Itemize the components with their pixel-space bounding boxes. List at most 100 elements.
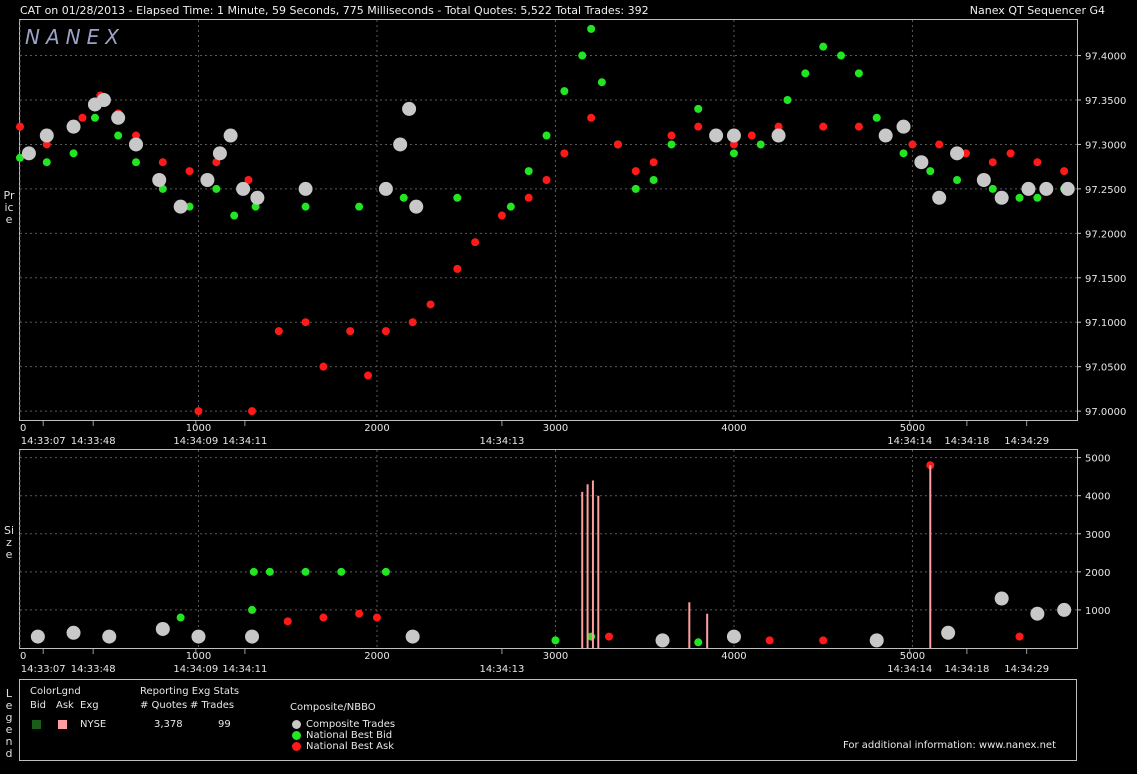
point-1-0 [283,617,292,626]
y-tick-label-3: 97.1500 [1085,274,1126,285]
x-tick-label-2: 2000 [364,651,389,662]
point-0-38 [953,176,962,184]
x-tick-label-1: 1000 [186,423,211,434]
point-1-10 [194,407,203,416]
point-2-22 [878,128,893,143]
y-tick-label-0: 97.0000 [1085,407,1126,418]
point-2-21 [771,128,786,143]
point-0-3 [90,113,99,122]
point-0-16 [524,167,533,176]
legend-colorlgnd-title: ColorLgnd [30,686,81,697]
point-1-1 [319,613,328,622]
y-tick-label-3: 4000 [1085,492,1110,503]
point-0-35 [872,113,881,122]
point-0-17 [542,131,551,140]
point-0-20 [587,24,596,33]
legend-composite-trades-marker [292,720,301,729]
point-0-1 [265,567,274,576]
legend-exchange-name: NYSE [80,719,107,730]
point-1-9 [1015,632,1024,641]
point-0-33 [837,51,846,60]
point-2-9 [869,633,884,648]
point-1-25 [560,149,569,158]
point-1-29 [649,158,658,167]
x-tick-label-4: 4000 [721,423,746,434]
point-2-2 [102,629,117,644]
point-2-1 [39,128,54,143]
point-2-24 [914,155,929,170]
point-0-14 [453,193,462,202]
x-tick-label-2: 2000 [364,423,389,434]
point-0-26 [694,104,703,113]
series-0 [16,24,1069,220]
point-2-7 [655,633,670,648]
point-0-39 [988,184,997,193]
point-1-26 [587,113,596,122]
point-2-14 [298,181,313,196]
point-0-31 [801,69,810,78]
legend-panel: ColorLgnd Bid Ask Exg NYSE Reporting Exg… [19,679,1077,761]
point-2-12 [1030,606,1045,621]
y-tick-label-4: 97.2000 [1085,229,1126,240]
time-label-1: 14:33:48 [71,664,116,675]
time-label-2: 14:34:09 [173,664,218,675]
point-0-34 [854,69,863,78]
point-0-25 [667,140,676,149]
point-2-3 [155,621,170,636]
y-tick-label-2: 97.1000 [1085,318,1126,329]
point-1-7 [819,636,828,645]
x-tick-label-1: 1000 [186,651,211,662]
point-0-37 [926,167,935,176]
point-0-6 [176,613,185,622]
x-tick-label-3: 3000 [543,423,568,434]
point-1-11 [248,407,257,416]
point-1-40 [935,140,944,149]
point-0-11 [301,202,310,211]
point-1-6 [765,636,774,645]
point-1-3 [372,613,381,622]
point-2-6 [129,137,144,152]
y-tick-label-1: 97.0500 [1085,363,1126,374]
point-1-6 [158,158,167,167]
point-2-25 [932,190,947,205]
point-0-19 [578,51,587,60]
point-2-12 [236,181,251,196]
point-0-32 [819,42,828,51]
time-label-6: 14:34:18 [944,664,989,675]
point-0-23 [631,184,640,193]
point-0-3 [337,567,346,576]
nanex-logo: NANEX [25,25,125,49]
point-2-13 [1057,602,1072,617]
price-chart: NANEX 97.0000 97.0500 97.1000 97.1500 97.2000… [16,20,1126,447]
point-0-7 [551,636,560,645]
legend-trades-header: # Trades [190,700,235,711]
point-2-8 [726,629,741,644]
point-0-30 [783,96,792,104]
time-label-7: 14:34:29 [1004,664,1049,675]
point-1-37 [854,122,863,131]
point-2-31 [1060,181,1075,196]
point-1-5 [605,632,614,641]
point-1-44 [1033,158,1042,167]
point-2-4 [191,629,206,644]
series-3 [581,465,932,648]
point-2-0 [21,146,36,161]
legend-best-bid-marker [292,731,301,740]
point-1-36 [819,122,828,131]
time-label-5: 14:34:14 [887,664,932,675]
y-tick-label-7: 97.3500 [1085,96,1126,107]
point-1-18 [408,318,417,327]
legend-composite-title: Composite/NBBO [290,702,376,713]
point-0-29 [756,140,765,149]
series-2 [21,93,1075,214]
point-1-15 [346,327,355,336]
time-label-3: 14:34:11 [222,664,267,675]
x-tick-label-5: 5000 [900,651,925,662]
point-0-1 [42,158,51,167]
point-1-27 [613,140,622,149]
point-2-23 [896,119,911,134]
point-2-10 [212,146,227,161]
point-2-26 [950,146,965,161]
point-2-11 [223,128,238,143]
y-tick-label-6: 97.3000 [1085,140,1126,151]
